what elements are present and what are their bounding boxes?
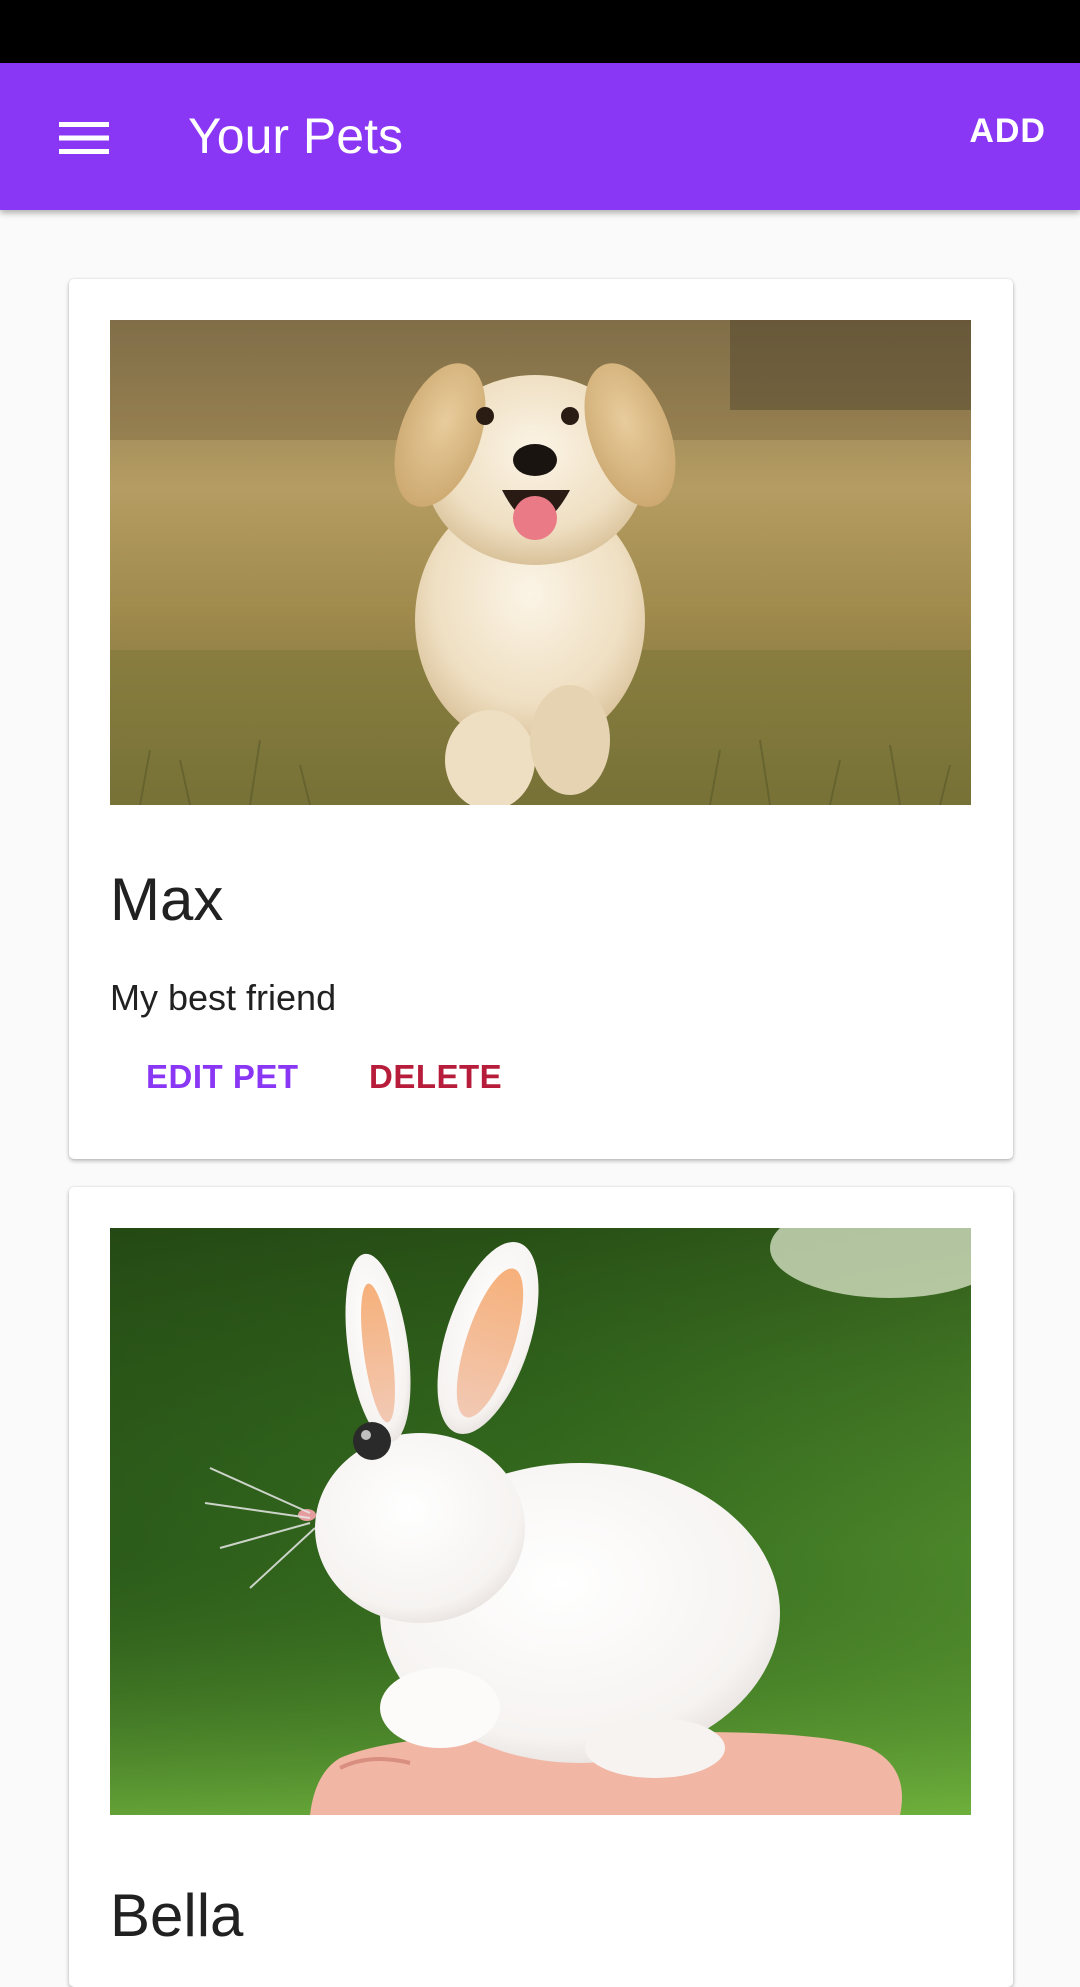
app-title: Your Pets bbox=[188, 108, 403, 164]
menu-button[interactable] bbox=[40, 103, 128, 173]
add-pet-button[interactable]: ADD bbox=[955, 101, 1060, 161]
pet-description: My best friend bbox=[110, 977, 337, 1018]
pet-name: Bella bbox=[110, 1882, 244, 1949]
edit-pet-button[interactable]: EDIT PET bbox=[146, 1055, 299, 1099]
pet-name: Max bbox=[110, 866, 224, 933]
app-bar: Your Pets ADD bbox=[0, 63, 1080, 210]
delete-pet-button[interactable]: DELETE bbox=[369, 1055, 502, 1099]
pet-card: Max My best friend EDIT PET DELETE bbox=[69, 279, 1013, 1159]
pet-photo-bella bbox=[110, 1228, 971, 1815]
pet-photo-max bbox=[110, 320, 971, 805]
hamburger-menu-icon bbox=[59, 122, 109, 154]
status-bar bbox=[0, 0, 1080, 63]
pet-card: Bella bbox=[69, 1187, 1013, 1987]
